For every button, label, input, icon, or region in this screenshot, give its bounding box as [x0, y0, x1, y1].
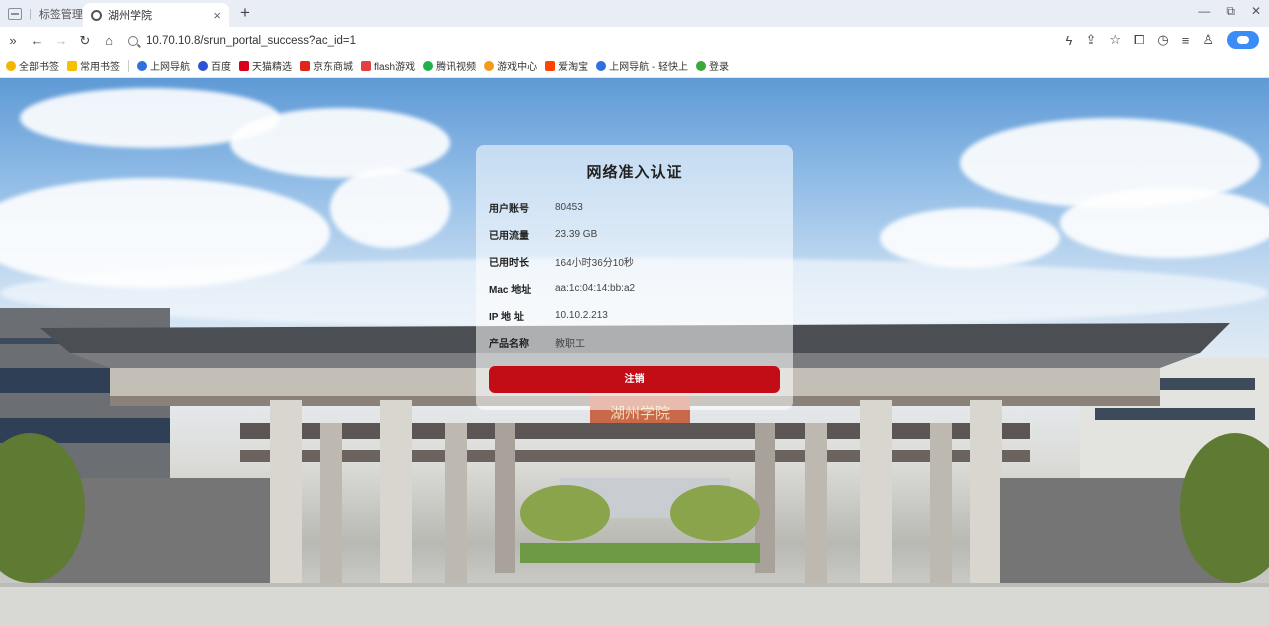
bookmark-nav[interactable]: 上网导航 [137, 58, 190, 73]
bookmark-nav-quick[interactable]: 上网导航 - 轻快上 [596, 58, 688, 73]
reload-button[interactable]: ↻ [74, 33, 96, 49]
search-icon [137, 60, 147, 71]
globe-icon [91, 9, 102, 21]
bookmark-jd[interactable]: 京东商城 [300, 58, 353, 73]
bookmark-taobao[interactable]: 爱淘宝 [545, 58, 588, 73]
history-icon[interactable]: ◷ [1157, 32, 1168, 48]
tab-title: 湖州学院 [108, 10, 152, 22]
tab-manager-icon [8, 7, 22, 20]
leaf-icon [696, 60, 707, 71]
star-icon[interactable]: ☆ [1109, 32, 1121, 48]
bookmark-flash[interactable]: flash游戏 [361, 58, 415, 73]
user-icon[interactable]: ♙ [1202, 32, 1214, 48]
close-window-button[interactable]: ✕ [1251, 4, 1261, 19]
info-row-duration: 已用时长 164小时36分10秒 [489, 258, 634, 269]
bookmark-icon [67, 60, 77, 71]
jd-icon [300, 60, 310, 71]
star-icon [6, 60, 16, 71]
search-icon [596, 60, 607, 71]
forward-button[interactable]: → [50, 33, 72, 48]
tab-strip: | 标签管理 ▾ 湖州学院 × + — ⧉ ✕ [0, 0, 1269, 27]
panel-title: 网络准入认证 [586, 164, 683, 181]
bookmark-baidu[interactable]: 百度 [198, 58, 231, 73]
play-icon [423, 60, 434, 71]
bookmark-games[interactable]: 游戏中心 [484, 58, 537, 73]
close-icon[interactable]: × [213, 8, 221, 23]
menu-icon[interactable]: ≡ [1182, 33, 1190, 48]
tmall-icon [239, 60, 249, 71]
minimize-button[interactable]: — [1198, 4, 1210, 19]
toolbar-actions: ϟ ⇪ ☆ ⧠ ◷ ≡ ♙ [1066, 31, 1259, 49]
info-row-mac: Mac 地址 aa:1c:04:14:bb:a2 [489, 283, 636, 296]
restore-button[interactable]: ⧉ [1226, 4, 1235, 19]
gamepad-icon [484, 60, 495, 71]
url-text: 10.70.10.8/srun_portal_success?ac_id=1 [146, 34, 357, 47]
bookmarks-bar: 全部书签 常用书签 上网导航 百度 天猫精选 京东商城 flash游戏 腾讯视频… [0, 54, 1269, 78]
share-icon[interactable]: ⇪ [1085, 32, 1096, 48]
info-row-product: 产品名称 教职工 [489, 339, 585, 350]
search-icon [128, 35, 138, 46]
extensions-icon[interactable]: ⧠ [1134, 32, 1144, 48]
window-controls: — ⧉ ✕ [1198, 4, 1261, 19]
auth-panel: 网络准入认证 用户账号 80453 已用流量 23.39 GB 已用时长 164… [476, 145, 793, 410]
info-row-account: 用户账号 80453 [489, 202, 583, 215]
taobao-icon [545, 60, 556, 71]
bookmark-tmall[interactable]: 天猫精选 [239, 58, 292, 73]
browser-toolbar: » ← → ↻ ⌂ 10.70.10.8/srun_portal_success… [0, 27, 1269, 54]
bookmark-login[interactable]: 登录 [696, 58, 729, 73]
home-button[interactable]: ⌂ [98, 33, 120, 48]
sidebar-expand-icon[interactable]: » [2, 33, 24, 48]
new-tab-button[interactable]: + [240, 3, 250, 23]
paw-icon [198, 60, 208, 71]
bookmark-video[interactable]: 腾讯视频 [423, 58, 476, 73]
bookmark-all[interactable]: 全部书签 [6, 58, 59, 73]
info-row-traffic: 已用流量 23.39 GB [489, 229, 598, 242]
tab-group-manager[interactable]: | 标签管理 ▾ [0, 0, 91, 27]
logout-button[interactable]: 注销 [489, 366, 780, 393]
active-tab[interactable]: 湖州学院 × [83, 3, 229, 27]
bookmark-common[interactable]: 常用书签 [67, 58, 120, 73]
lightning-icon[interactable]: ϟ [1066, 33, 1073, 48]
flash-icon [361, 60, 371, 71]
cloud-sync-button[interactable] [1227, 31, 1259, 49]
tab-group-label: 标签管理 [38, 8, 83, 21]
back-button[interactable]: ← [26, 33, 48, 48]
address-bar[interactable]: 10.70.10.8/srun_portal_success?ac_id=1 [128, 30, 1008, 51]
info-row-ip: IP 地 址 10.10.2.213 [489, 310, 608, 323]
